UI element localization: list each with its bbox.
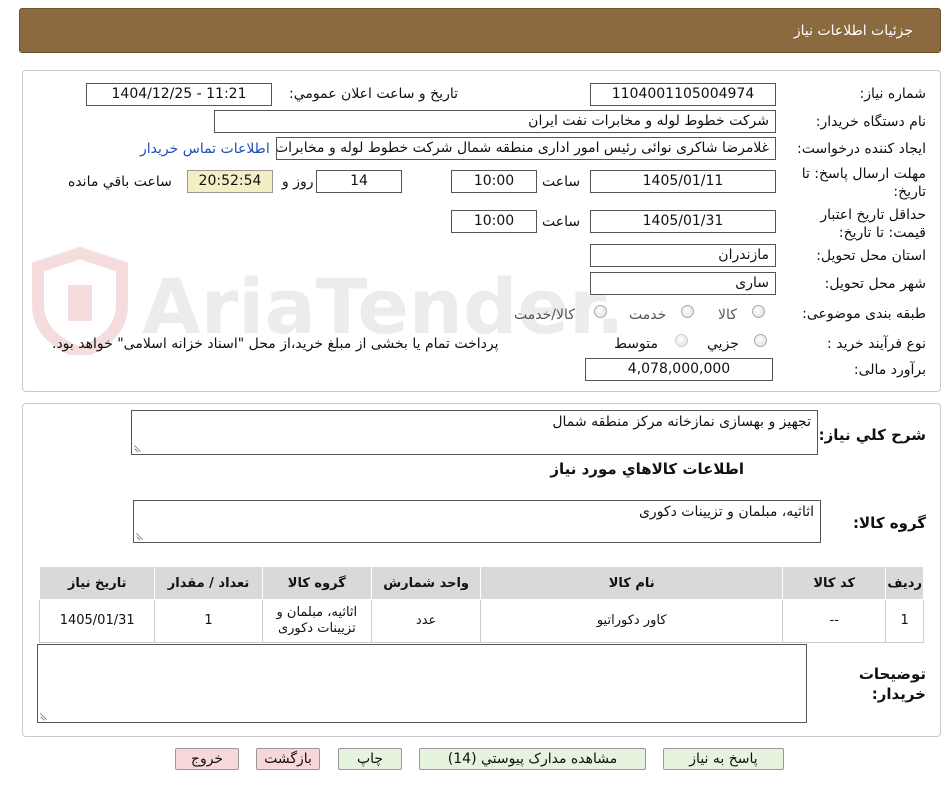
general-description-field: تجهیز و بهسازی نمازخانه مرکز منطقه شمال <box>131 410 818 455</box>
buyer-field: شرکت خطوط لوله و مخابرات نفت ایران <box>214 110 776 133</box>
resize-grip-icon[interactable] <box>134 445 142 453</box>
reply-button[interactable]: پاسخ به نیاز <box>663 748 784 770</box>
remaining-time-field: 20:52:54 <box>187 170 273 193</box>
col-header-group: گروه کالا <box>261 566 372 600</box>
col-header-row-number: ردیف <box>885 566 924 600</box>
validity-time-label: ساعت <box>542 214 581 230</box>
table-row: 1 -- کاور دکوراتیو عدد اثاثیه، مبلمان و … <box>38 599 924 643</box>
resize-grip-icon[interactable] <box>40 713 48 721</box>
deadline-time-label: ساعت <box>542 174 581 190</box>
general-description-label: شرح کلي نیاز: <box>818 426 926 444</box>
view-attachments-button[interactable]: مشاهده مدارک پیوستي (14) <box>419 748 646 770</box>
goods-group-text: اثاثیه، مبلمان و تزیینات دکوری <box>638 504 814 520</box>
general-description-text: تجهیز و بهسازی نمازخانه مرکز منطقه شمال <box>552 414 811 430</box>
budget-field: 4,078,000,000 <box>585 358 773 381</box>
validity-time-field: 10:00 <box>451 210 537 233</box>
buyer-notes-field[interactable] <box>37 644 807 723</box>
goods-group-label: گروه کالا: <box>853 514 926 532</box>
col-header-name: نام کالا <box>480 566 784 600</box>
province-label: استان محل تحویل: <box>816 248 926 264</box>
col-header-unit: واحد شمارش <box>370 566 482 600</box>
category-service-radio[interactable] <box>681 305 694 318</box>
purchase-small-radio[interactable] <box>754 334 767 347</box>
purchase-small-label: جزیي <box>707 336 739 352</box>
category-goods-radio[interactable] <box>752 305 765 318</box>
announce-field: 1404/12/25 - 11:21 <box>86 83 272 106</box>
validity-label: حداقل تاریخ اعتبار قیمت: تا تاریخ: <box>820 207 926 241</box>
need-number-field: 1104001105004974 <box>590 83 776 106</box>
announce-label: تاریخ و ساعت اعلان عمومي: <box>289 86 458 102</box>
treasury-note: پرداخت تمام یا بخشی از مبلغ خرید،از محل … <box>52 336 499 352</box>
deadline-days-field: 14 <box>316 170 402 193</box>
print-button[interactable]: چاپ <box>338 748 402 770</box>
deadline-date-field: 1405/01/11 <box>590 170 776 193</box>
need-number-label: شماره نیاز: <box>859 86 927 102</box>
budget-label: برآورد مالی: <box>853 362 926 378</box>
col-header-need-date: تاریخ نیاز <box>38 566 156 600</box>
goods-group-field: اثاثیه، مبلمان و تزیینات دکوری <box>133 500 821 543</box>
deadline-label: مهلت ارسال پاسخ: تا تاریخ: <box>801 166 926 200</box>
col-header-quantity: تعداد / مقدار <box>154 566 263 600</box>
page-title: جزئیات اطلاعات نیاز <box>793 23 913 39</box>
deadline-days-label: روز و <box>282 174 314 190</box>
cell-name: کاور دکوراتیو <box>480 599 784 643</box>
remaining-time-label: ساعت باقي مانده <box>68 174 172 190</box>
category-goods-service-radio[interactable] <box>594 305 607 318</box>
category-goods-service-label: کالا/خدمت <box>514 307 575 323</box>
category-service-label: خدمت <box>629 307 667 323</box>
back-button[interactable]: بازگشت <box>256 748 320 770</box>
cell-group: اثاثیه، مبلمان و تزیینات دکوری <box>261 599 372 643</box>
table-header-row: ردیف کد کالا نام کالا واحد شمارش گروه کا… <box>38 566 924 600</box>
page-header: جزئیات اطلاعات نیاز <box>19 8 941 53</box>
resize-grip-icon[interactable] <box>136 533 144 541</box>
buyer-contact-link[interactable]: اطلاعات تماس خریدار <box>140 141 270 157</box>
city-label: شهر محل تحویل: <box>824 276 926 292</box>
deadline-time-field: 10:00 <box>451 170 537 193</box>
goods-info-heading: اطلاعات کالاهاي مورد نیاز <box>550 460 744 478</box>
purchase-type-label: نوع فرآیند خرید : <box>827 336 926 352</box>
purchase-medium-radio[interactable] <box>675 334 688 347</box>
province-field: مازندران <box>590 244 776 267</box>
city-field: ساری <box>590 272 776 295</box>
requester-field: غلامرضا شاکری نوائی رئیس امور اداری منطق… <box>276 137 776 160</box>
buyer-label: نام دستگاه خریدار: <box>815 114 926 130</box>
col-header-code: کد کالا <box>782 566 887 600</box>
items-table: ردیف کد کالا نام کالا واحد شمارش گروه کا… <box>38 566 924 643</box>
cell-row-number: 1 <box>885 599 924 643</box>
cell-need-date: 1405/01/31 <box>38 599 156 643</box>
cell-code: -- <box>782 599 887 643</box>
validity-date-field: 1405/01/31 <box>590 210 776 233</box>
requester-label: ایجاد کننده درخواست: <box>797 141 926 157</box>
category-label: طبقه بندی موضوعی: <box>802 306 926 322</box>
exit-button[interactable]: خروج <box>175 748 239 770</box>
purchase-medium-label: متوسط <box>614 336 658 352</box>
category-goods-label: کالا <box>718 307 737 323</box>
cell-unit: عدد <box>370 599 482 643</box>
cell-quantity: 1 <box>154 599 263 643</box>
buyer-notes-label: توضیحات خریدار: <box>858 665 926 703</box>
